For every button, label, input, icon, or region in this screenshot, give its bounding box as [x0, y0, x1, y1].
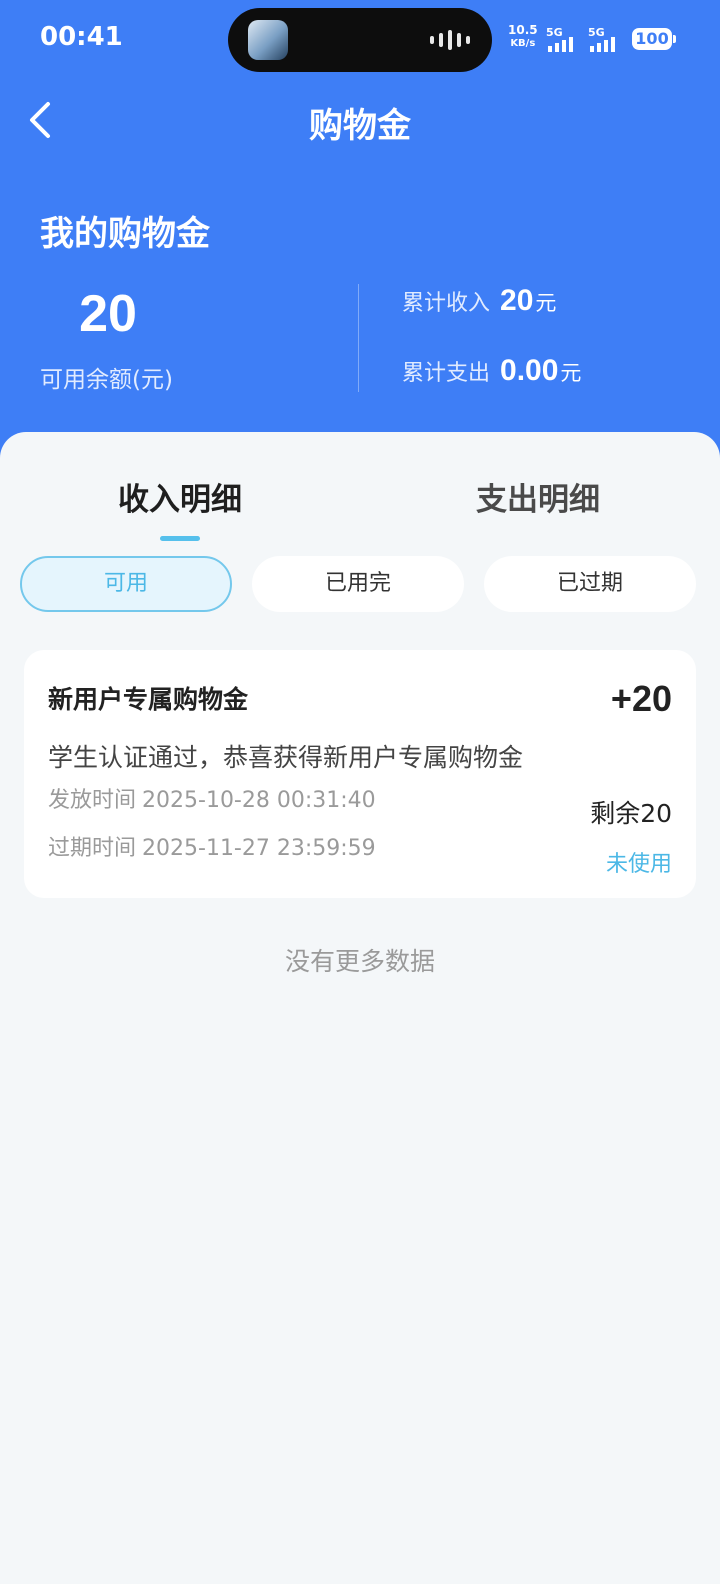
total-expense-label: 累计支出 — [402, 361, 491, 386]
no-more-data-text: 没有更多数据 — [284, 947, 435, 976]
record-issue-time: 发放时间 2025-10-28 00:31:40 — [48, 782, 376, 814]
filter-available[interactable]: 可用 — [20, 556, 232, 612]
expire-time-value: 2025-11-27 23:59:59 — [142, 836, 376, 861]
balance-label: 可用余额(元) — [40, 367, 173, 393]
status-indicators: 10.5 KB/s 5G 5G 100 — [508, 24, 678, 56]
filter-expired[interactable]: 已过期 — [484, 556, 696, 612]
expire-time-label: 过期时间 — [48, 836, 137, 861]
total-income-label: 累计收入 — [402, 291, 491, 316]
divider — [358, 284, 359, 392]
header: 00:41 10.5 KB/s 5G 5G 100 购物金 我的购物金 20 可… — [0, 0, 720, 470]
total-income-unit: 元 — [535, 291, 557, 315]
total-income-value: 20 — [500, 284, 534, 317]
total-expense-value: 0.00 — [500, 354, 559, 387]
record-expire-time: 过期时间 2025-11-27 23:59:59 — [48, 830, 376, 862]
app-thumbnail-icon[interactable] — [248, 20, 288, 60]
page-title: 购物金 — [309, 106, 411, 146]
issue-time-value: 2025-10-28 00:31:40 — [142, 788, 376, 813]
tab-active-indicator — [160, 536, 200, 541]
network-speed: 10.5 KB/s — [508, 24, 538, 50]
network-speed-unit: KB/s — [510, 38, 536, 49]
balance-value: 20 — [79, 285, 137, 343]
signal-sim2-icon: 5G — [588, 26, 628, 54]
issue-time-label: 发放时间 — [48, 788, 137, 813]
record-remaining: 剩余20 — [590, 799, 672, 828]
section-title: 我的购物金 — [40, 214, 210, 254]
record-status-badge: 未使用 — [605, 852, 672, 877]
audio-wave-icon — [430, 30, 470, 50]
total-income: 累计收入 20 元 — [402, 284, 556, 318]
record-description: 学生认证通过，恭喜获得新用户专属购物金 — [48, 743, 524, 772]
signal-sim1-icon: 5G — [546, 26, 586, 54]
total-expense-unit: 元 — [560, 361, 582, 385]
record-card[interactable]: 新用户专属购物金 +20 学生认证通过，恭喜获得新用户专属购物金 发放时间 202… — [24, 650, 696, 898]
dynamic-island[interactable] — [228, 8, 492, 72]
filter-used-up[interactable]: 已用完 — [252, 556, 464, 612]
record-title: 新用户专属购物金 — [48, 685, 249, 714]
network-speed-value: 10.5 — [508, 23, 538, 37]
record-amount: +20 — [610, 678, 672, 719]
battery-icon: 100 — [632, 28, 676, 50]
tab-expense-details[interactable]: 支出明细 — [476, 474, 600, 519]
status-time: 00:41 — [40, 22, 123, 52]
tab-income-details[interactable]: 收入明细 — [118, 474, 242, 519]
total-expense: 累计支出 0.00 元 — [402, 354, 581, 388]
